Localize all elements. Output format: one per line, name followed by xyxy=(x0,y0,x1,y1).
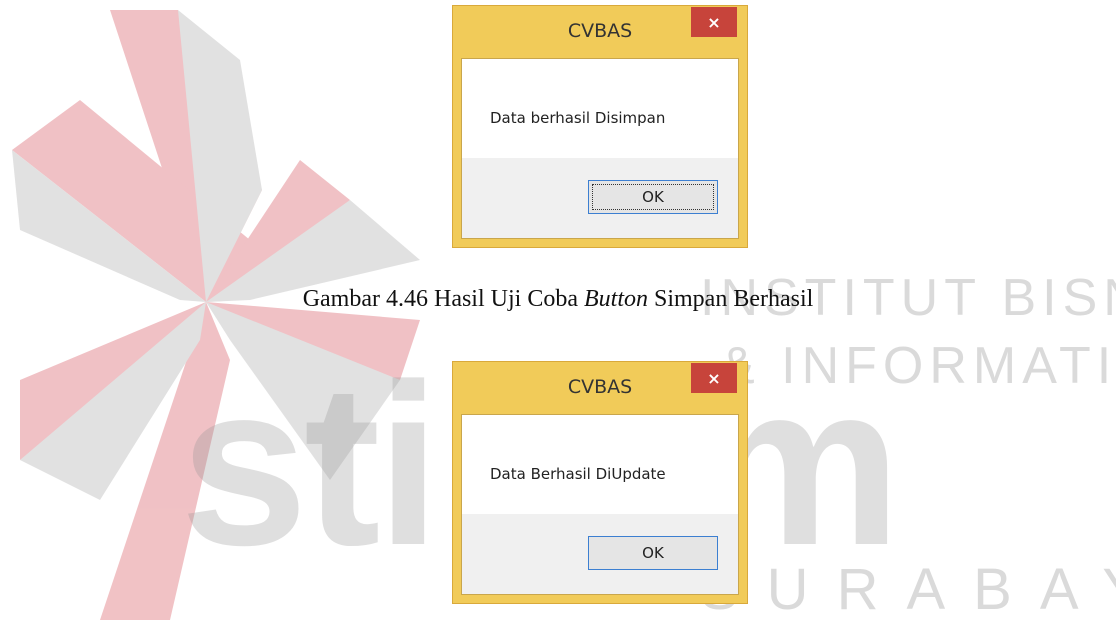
caption-italic: Button xyxy=(583,286,648,312)
dialog-footer: OK xyxy=(462,158,738,238)
caption-suffix: Simpan Berhasil xyxy=(647,286,814,312)
dialog-title: CVBAS xyxy=(567,376,633,398)
dialog-title-bar[interactable]: CVBAS × xyxy=(453,6,747,56)
dialog-body: Data Berhasil DiUpdate OK xyxy=(461,414,739,595)
dialog-title-bar[interactable]: CVBAS × xyxy=(453,362,747,412)
ok-button[interactable]: OK xyxy=(588,536,718,570)
figure-caption: Gambar 4.46 Hasil Uji Coba Button Simpan… xyxy=(0,286,1116,313)
dialog-message: Data Berhasil DiUpdate xyxy=(490,465,666,483)
close-button[interactable]: × xyxy=(691,7,737,37)
close-button[interactable]: × xyxy=(691,363,737,393)
dialog-title: CVBAS xyxy=(567,20,633,42)
message-dialog-saved: CVBAS × Data berhasil Disimpan OK xyxy=(452,5,748,248)
dialog-footer: OK xyxy=(462,514,738,594)
dialog-message: Data berhasil Disimpan xyxy=(490,109,666,127)
ok-button[interactable]: OK xyxy=(588,180,718,214)
close-icon: × xyxy=(707,368,721,388)
message-dialog-updated: CVBAS × Data Berhasil DiUpdate OK xyxy=(452,361,748,604)
caption-prefix: Gambar 4.46 Hasil Uji Coba xyxy=(302,286,584,312)
close-icon: × xyxy=(707,12,721,32)
dialog-body: Data berhasil Disimpan OK xyxy=(461,58,739,239)
